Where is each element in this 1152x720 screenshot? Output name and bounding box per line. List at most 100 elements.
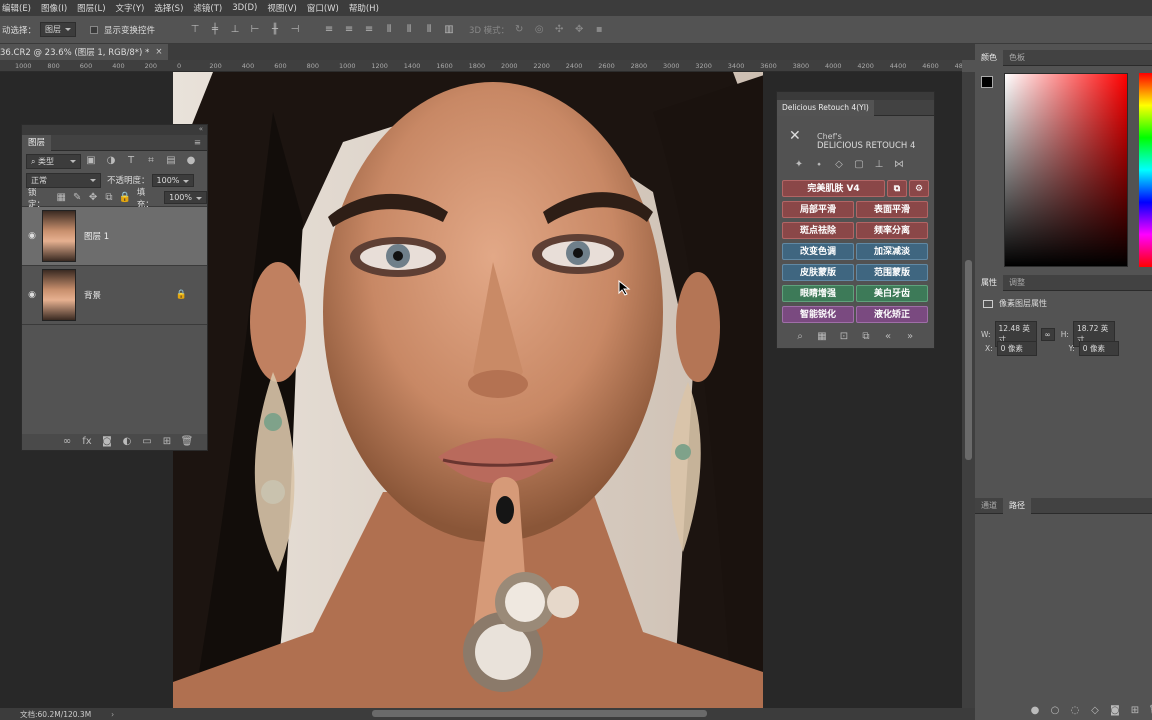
next-icon[interactable]: »: [903, 330, 917, 344]
fill-path-icon[interactable]: ●: [1028, 704, 1042, 718]
smart-sharpen-button[interactable]: 智能锐化: [782, 306, 854, 323]
3d-rotate-icon[interactable]: ↻: [512, 23, 526, 37]
load-selection-icon[interactable]: ◌: [1068, 704, 1082, 718]
dodge-burn-button[interactable]: 加深减淡: [856, 243, 928, 260]
document-info[interactable]: 文档:60.2M/120.3M: [20, 709, 91, 720]
align-top-icon[interactable]: ⊤: [188, 23, 202, 37]
color-picker-field[interactable]: [1004, 73, 1128, 267]
lock-artboard-icon[interactable]: ⧉: [102, 191, 116, 205]
blend-mode-dropdown[interactable]: 正常: [26, 172, 101, 188]
tab-properties[interactable]: 属性: [975, 274, 1003, 291]
panel-menu-icon[interactable]: ≡: [188, 135, 207, 151]
hue-slider[interactable]: [1139, 73, 1152, 267]
filter-type-icon[interactable]: T: [124, 154, 138, 168]
frame-icon[interactable]: ▢: [852, 158, 866, 172]
surface-smooth-button[interactable]: 表面平滑: [856, 201, 928, 218]
prev-icon[interactable]: «: [881, 330, 895, 344]
screenshot-icon[interactable]: ⊡: [837, 330, 851, 344]
visibility-eye-icon[interactable]: ◉: [26, 231, 38, 241]
vertical-scroll-thumb[interactable]: [965, 260, 972, 460]
copy-icon[interactable]: ⧉: [887, 180, 907, 197]
tab-adjustments[interactable]: 调整: [1003, 275, 1031, 291]
new-path-icon[interactable]: ⊞: [1128, 704, 1142, 718]
merge-icon[interactable]: ⋈: [892, 158, 906, 172]
layers-panel-header[interactable]: «: [22, 125, 207, 135]
change-tone-button[interactable]: 改变色调: [782, 243, 854, 260]
local-smooth-button[interactable]: 局部平滑: [782, 201, 854, 218]
new-adjustment-icon[interactable]: ◐: [120, 435, 134, 449]
spot-removal-button[interactable]: 斑点祛除: [782, 222, 854, 239]
stroke-path-icon[interactable]: ○: [1048, 704, 1062, 718]
menu-edit[interactable]: 编辑(E): [2, 2, 31, 14]
distribute-vcenter-icon[interactable]: ≡: [342, 23, 356, 37]
close-tab-icon[interactable]: ×: [155, 47, 162, 57]
add-mask-icon[interactable]: ◙: [1108, 704, 1122, 718]
tab-delicious-retouch[interactable]: Delicious Retouch 4(YI): [777, 99, 874, 116]
stamp-icon[interactable]: ⊥: [872, 158, 886, 172]
foreground-color-swatch[interactable]: [981, 76, 993, 88]
auto-align-icon[interactable]: ▥: [442, 23, 456, 37]
align-right-icon[interactable]: ⊣: [288, 23, 302, 37]
make-work-path-icon[interactable]: ◇: [1088, 704, 1102, 718]
duplicate-icon[interactable]: ⧉: [859, 330, 873, 344]
liquify-correct-button[interactable]: 液化矫正: [856, 306, 928, 323]
filter-adjustment-icon[interactable]: ◑: [104, 154, 118, 168]
lock-pixels-icon[interactable]: ✎: [70, 191, 84, 205]
menu-filter[interactable]: 滤镜(T): [193, 2, 222, 14]
3d-scale-icon[interactable]: ▪: [592, 23, 606, 37]
3d-roll-icon[interactable]: ◎: [532, 23, 546, 37]
link-layers-icon[interactable]: ∞: [60, 435, 74, 449]
menu-help[interactable]: 帮助(H): [349, 2, 379, 14]
horizontal-scroll-thumb[interactable]: [372, 710, 707, 717]
link-dimensions-icon[interactable]: ∞: [1040, 327, 1055, 341]
canvas-image[interactable]: [173, 72, 763, 708]
3d-slide-icon[interactable]: ✥: [572, 23, 586, 37]
new-group-icon[interactable]: ▭: [140, 435, 154, 449]
bandage-icon[interactable]: ⬩: [812, 158, 826, 172]
menu-window[interactable]: 窗口(W): [307, 2, 339, 14]
y-field[interactable]: 0 像素: [1078, 341, 1119, 356]
fill-field[interactable]: 100%: [164, 191, 207, 204]
menu-layer[interactable]: 图层(L): [77, 2, 105, 14]
layer-style-icon[interactable]: fx: [80, 435, 94, 449]
visibility-eye-icon[interactable]: ◉: [26, 290, 38, 300]
menu-type[interactable]: 文字(Y): [116, 2, 145, 14]
eraser-icon[interactable]: ◇: [832, 158, 846, 172]
collapse-icon[interactable]: «: [199, 125, 203, 133]
distribute-top-icon[interactable]: ≡: [322, 23, 336, 37]
delete-path-icon[interactable]: 🗑: [1148, 704, 1152, 718]
eye-enhance-button[interactable]: 眼睛增强: [782, 285, 854, 302]
align-vcenter-icon[interactable]: ╪: [208, 23, 222, 37]
filter-type-dropdown[interactable]: ⌕ 类型: [26, 153, 81, 169]
distribute-left-icon[interactable]: ⦀: [382, 23, 396, 37]
document-tab[interactable]: 36.CR2 @ 23.6% (图层 1, RGB/8*) * ×: [0, 44, 169, 60]
zoom-icon[interactable]: ⌕: [793, 330, 807, 344]
3d-pan-icon[interactable]: ✣: [552, 23, 566, 37]
transform-controls-checkbox[interactable]: [90, 25, 99, 34]
add-mask-icon[interactable]: ◙: [100, 435, 114, 449]
status-arrow-icon[interactable]: ›: [111, 710, 114, 719]
settings-sliders-icon[interactable]: ⚙: [909, 180, 929, 197]
opacity-field[interactable]: 100%: [151, 173, 195, 187]
filter-pixel-icon[interactable]: ▣: [84, 154, 98, 168]
align-bottom-icon[interactable]: ⊥: [228, 23, 242, 37]
frequency-separation-button[interactable]: 频率分离: [856, 222, 928, 239]
align-left-icon[interactable]: ⊢: [248, 23, 262, 37]
lock-position-icon[interactable]: ✥: [86, 191, 100, 205]
distribute-right-icon[interactable]: ⦀: [422, 23, 436, 37]
lock-transparency-icon[interactable]: ▦: [54, 191, 68, 205]
align-hcenter-icon[interactable]: ╫: [268, 23, 282, 37]
tab-swatches[interactable]: 色板: [1003, 50, 1031, 66]
distribute-bottom-icon[interactable]: ≡: [362, 23, 376, 37]
menu-image[interactable]: 图像(I): [41, 2, 67, 14]
delete-layer-icon[interactable]: 🗑: [180, 435, 194, 449]
lock-all-icon[interactable]: 🔒: [118, 191, 132, 205]
skin-mask-button[interactable]: 皮肤蒙版: [782, 264, 854, 281]
filter-toggle-icon[interactable]: ●: [184, 154, 198, 168]
tab-layers[interactable]: 图层: [22, 134, 52, 151]
layer-row-background[interactable]: ◉ 背景 🔒: [22, 266, 207, 325]
film-icon[interactable]: ▦: [815, 330, 829, 344]
auto-select-dropdown[interactable]: 图层: [40, 22, 77, 37]
x-field[interactable]: 0 像素: [996, 341, 1037, 356]
filter-smart-object-icon[interactable]: ▤: [164, 154, 178, 168]
